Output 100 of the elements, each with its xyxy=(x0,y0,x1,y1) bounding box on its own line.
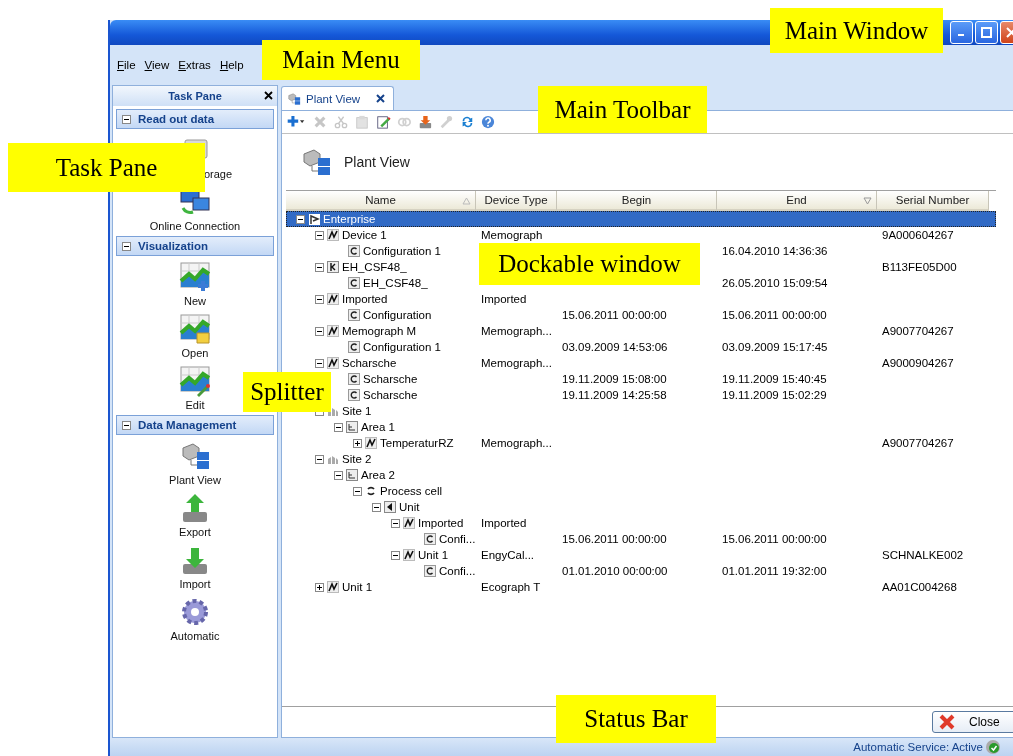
config-icon xyxy=(348,341,360,353)
table-cell: EngyCal... xyxy=(481,549,535,561)
collapse-icon[interactable] xyxy=(315,326,324,336)
node-name: Unit 1 xyxy=(418,549,449,561)
table-cell: 16.04.2010 14:36:36 xyxy=(722,245,828,257)
pane-item[interactable]: Open xyxy=(113,308,277,360)
section-header[interactable]: Read out data xyxy=(116,109,274,129)
table-cell: 19.11.2009 15:02:29 xyxy=(722,389,827,401)
collapse-icon[interactable] xyxy=(122,114,131,124)
pane-title: Task Pane xyxy=(168,90,222,102)
table-cell: Memograph... xyxy=(481,437,552,449)
menu-item[interactable]: Extras xyxy=(178,59,211,71)
table-cell: Ecograph T xyxy=(481,581,541,593)
column-header[interactable]: End xyxy=(717,191,877,211)
help-icon[interactable] xyxy=(479,114,497,130)
close-icon[interactable] xyxy=(376,94,386,103)
collapse-icon[interactable] xyxy=(315,294,324,304)
selected-tree-row[interactable]: Enterprise xyxy=(286,211,996,227)
plant-view-icon xyxy=(300,146,332,178)
section-header[interactable]: Visualization xyxy=(116,236,274,256)
close-button[interactable]: Close xyxy=(932,711,1013,733)
node-name: Imported xyxy=(418,517,464,529)
collapse-icon[interactable] xyxy=(315,230,324,240)
collapse-icon[interactable] xyxy=(334,422,343,432)
pane-item[interactable]: Import xyxy=(113,539,277,591)
expand-icon[interactable] xyxy=(315,582,324,592)
site-icon xyxy=(327,405,339,417)
site-icon xyxy=(327,453,339,465)
node-name: Site 2 xyxy=(342,453,372,465)
pane-item[interactable]: Automatic xyxy=(113,591,277,643)
table-cell: 15.06.2011 00:00:00 xyxy=(562,309,667,321)
device-icon xyxy=(327,229,339,241)
document-tab[interactable]: Plant View xyxy=(281,86,395,110)
table-cell: 03.09.2009 15:17:45 xyxy=(722,341,828,353)
table-cell: Memograph... xyxy=(481,325,552,337)
column-header[interactable]: Device Type xyxy=(476,191,557,211)
pane-item[interactable]: Plant View xyxy=(113,435,277,487)
gear-icon xyxy=(179,596,211,628)
annotation-tooltip: Main Toolbar xyxy=(538,86,707,133)
table-cell: 15.06.2011 00:00:00 xyxy=(722,309,827,321)
node-name: Device 1 xyxy=(342,229,387,241)
menu-item[interactable]: File xyxy=(117,59,136,71)
node-name: Confi... xyxy=(439,565,476,577)
annotation-tooltip: Dockable window xyxy=(479,243,700,285)
collapse-icon[interactable] xyxy=(122,420,131,430)
table-cell: A9007704267 xyxy=(882,325,954,337)
collapse-icon[interactable] xyxy=(122,241,131,251)
collapse-icon[interactable] xyxy=(372,502,381,512)
annotation-tooltip: Main Window xyxy=(770,8,943,53)
annotation-tooltip: Task Pane xyxy=(8,143,205,192)
chart-new-icon xyxy=(179,261,211,293)
close-icon[interactable] xyxy=(264,91,273,100)
device-icon xyxy=(327,293,339,305)
column-header[interactable]: Serial Number xyxy=(877,191,989,211)
collapse-icon[interactable] xyxy=(315,262,324,272)
recorder-icon xyxy=(327,261,339,273)
node-name: Unit 1 xyxy=(342,581,373,593)
edit-icon[interactable] xyxy=(374,114,392,130)
node-name: Configuration xyxy=(363,309,432,321)
node-name: Area 1 xyxy=(361,421,395,433)
status-text: Automatic Service: Active xyxy=(853,741,983,753)
table-cell: Memograph xyxy=(481,229,543,241)
table-cell: 26.05.2010 15:09:54 xyxy=(722,277,828,289)
plant-icon xyxy=(179,440,211,472)
column-header[interactable]: Name xyxy=(286,191,476,211)
view-title: Plant View xyxy=(344,154,410,170)
plant-view-icon xyxy=(286,91,302,106)
column-header[interactable]: Begin xyxy=(557,191,717,211)
config-icon xyxy=(348,309,360,321)
section-title: Visualization xyxy=(138,240,209,252)
node-name: Memograph M xyxy=(342,325,417,337)
collapse-icon[interactable] xyxy=(315,358,324,368)
collapse-icon[interactable] xyxy=(391,550,400,560)
annotation-tooltip: Splitter xyxy=(243,372,331,412)
device-icon xyxy=(327,581,339,593)
minimize-button[interactable] xyxy=(950,21,973,44)
pane-item[interactable]: Export xyxy=(113,487,277,539)
annotation-tooltip: Status Bar xyxy=(556,695,716,743)
menu-item[interactable]: Help xyxy=(219,59,244,71)
expand-icon[interactable] xyxy=(353,438,362,448)
node-name: Process cell xyxy=(380,485,442,497)
enterprise-icon xyxy=(308,213,320,225)
menu-item[interactable]: View xyxy=(144,59,170,71)
collapse-icon[interactable] xyxy=(334,470,343,480)
annotation-tooltip: Main Menu xyxy=(262,40,420,80)
table-cell: AA01C004268 xyxy=(882,581,957,593)
section-header[interactable]: Data Management xyxy=(116,415,274,435)
device-icon xyxy=(403,549,415,561)
node-name: Scharsche xyxy=(342,357,397,369)
collapse-icon[interactable] xyxy=(315,454,324,464)
node-name: TemperaturRZ xyxy=(380,437,454,449)
unit-icon xyxy=(384,501,396,513)
table-cell: A9007704267 xyxy=(882,437,954,449)
collapse-icon[interactable] xyxy=(296,214,305,224)
collapse-icon[interactable] xyxy=(391,518,400,528)
pane-item[interactable]: New xyxy=(113,256,277,308)
collapse-icon[interactable] xyxy=(353,486,362,496)
node-name: Configuration 1 xyxy=(363,341,441,353)
maximize-button[interactable] xyxy=(975,21,998,44)
config-icon xyxy=(348,277,360,289)
